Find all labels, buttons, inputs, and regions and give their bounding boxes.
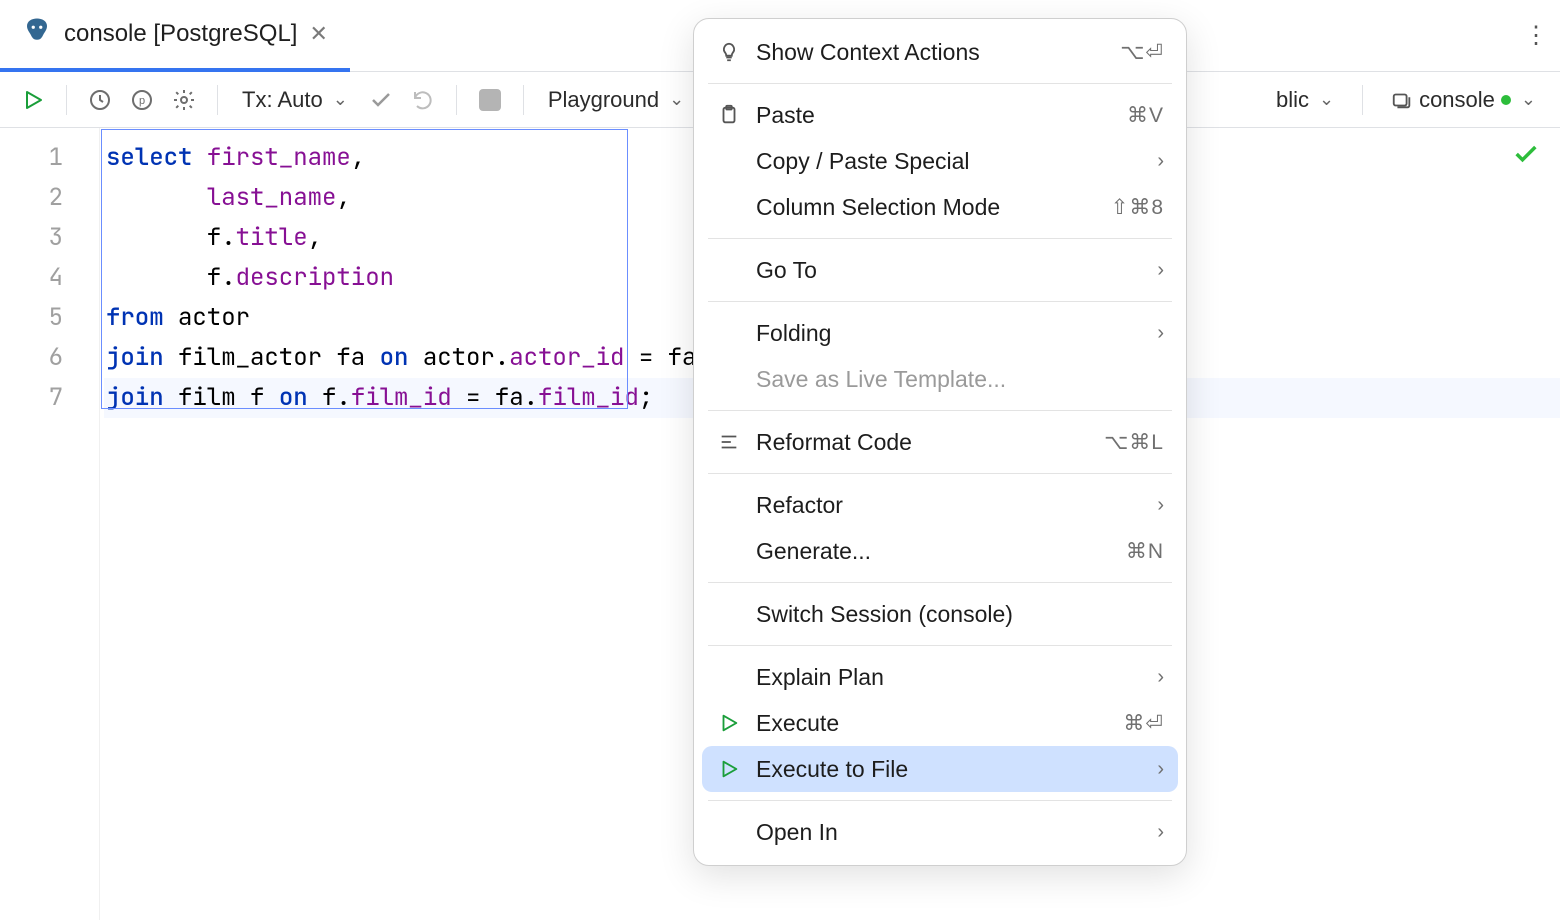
submenu-arrow-icon: ›	[1157, 666, 1164, 689]
submenu-arrow-icon: ›	[1157, 259, 1164, 282]
parameters-button[interactable]: p	[123, 81, 161, 119]
menu-item-generate[interactable]: Generate... ⌘N	[702, 528, 1178, 574]
line-number: 6	[0, 338, 99, 378]
menu-divider	[708, 473, 1172, 474]
menu-item-label: Copy / Paste Special	[756, 148, 1143, 175]
menu-item-explain-plan[interactable]: Explain Plan ›	[702, 654, 1178, 700]
menu-divider	[708, 301, 1172, 302]
menu-item-label: Show Context Actions	[756, 39, 1106, 66]
submenu-arrow-icon: ›	[1157, 494, 1164, 517]
menu-item-refactor[interactable]: Refactor ›	[702, 482, 1178, 528]
menu-item-label: Generate...	[756, 538, 1112, 565]
menu-item-execute[interactable]: Execute ⌘⏎	[702, 700, 1178, 746]
line-number-gutter: 1234567	[0, 128, 100, 920]
menu-item-label: Reformat Code	[756, 429, 1090, 456]
commit-button[interactable]	[362, 81, 400, 119]
menu-item-save-as-live-template: Save as Live Template...	[702, 356, 1178, 402]
tab-title: console [PostgreSQL]	[64, 20, 297, 48]
menu-item-copy-paste-special[interactable]: Copy / Paste Special ›	[702, 138, 1178, 184]
session-active-indicator	[1501, 95, 1511, 105]
menu-divider	[708, 83, 1172, 84]
menu-divider	[708, 645, 1172, 646]
reformat-icon	[716, 431, 742, 453]
menu-item-reformat-code[interactable]: Reformat Code ⌥⌘L	[702, 419, 1178, 465]
line-number: 3	[0, 218, 99, 258]
chevron-down-icon: ⌄	[669, 89, 684, 110]
submenu-arrow-icon: ›	[1157, 821, 1164, 844]
schema-label: blic	[1276, 87, 1309, 113]
line-number: 7	[0, 378, 99, 418]
line-number: 2	[0, 178, 99, 218]
console-session-icon	[1391, 89, 1413, 111]
menu-item-execute-to-file[interactable]: Execute to File ›	[702, 746, 1178, 792]
tab-options-menu[interactable]: ⋮	[1522, 22, 1550, 50]
session-label: console	[1419, 87, 1495, 113]
menu-item-shortcut: ⇧⌘8	[1111, 195, 1164, 220]
menu-item-label: Folding	[756, 320, 1143, 347]
menu-item-paste[interactable]: Paste ⌘V	[702, 92, 1178, 138]
menu-divider	[708, 800, 1172, 801]
menu-item-label: Refactor	[756, 492, 1143, 519]
menu-item-switch-session-console[interactable]: Switch Session (console)	[702, 591, 1178, 637]
postgres-icon	[22, 16, 52, 52]
menu-item-show-context-actions[interactable]: Show Context Actions ⌥⏎	[702, 29, 1178, 75]
playground-label: Playground	[548, 87, 659, 113]
menu-item-shortcut: ⌥⌘L	[1104, 430, 1164, 455]
bulb-icon	[716, 41, 742, 63]
inspection-status-ok[interactable]	[1512, 140, 1540, 174]
menu-item-open-in[interactable]: Open In ›	[702, 809, 1178, 855]
menu-item-folding[interactable]: Folding ›	[702, 310, 1178, 356]
menu-item-label: Execute to File	[756, 756, 1143, 783]
line-number: 5	[0, 298, 99, 338]
menu-item-label: Go To	[756, 257, 1143, 284]
menu-divider	[708, 582, 1172, 583]
run-button[interactable]	[14, 81, 52, 119]
rollback-button[interactable]	[404, 81, 442, 119]
line-number: 1	[0, 138, 99, 178]
schema-selector[interactable]: blic ⌄	[1266, 81, 1344, 119]
line-number: 4	[0, 258, 99, 298]
submenu-arrow-icon: ›	[1157, 322, 1164, 345]
menu-item-label: Open In	[756, 819, 1143, 846]
stop-button[interactable]	[471, 81, 509, 119]
chevron-down-icon: ⌄	[1319, 89, 1334, 110]
svg-text:p: p	[139, 95, 145, 107]
settings-button[interactable]	[165, 81, 203, 119]
chevron-down-icon: ⌄	[333, 89, 348, 110]
menu-item-label: Save as Live Template...	[756, 366, 1164, 393]
editor-tab-console[interactable]: console [PostgreSQL] ✕	[0, 1, 350, 72]
menu-item-column-selection-mode[interactable]: Column Selection Mode ⇧⌘8	[702, 184, 1178, 230]
editor-context-menu: Show Context Actions ⌥⏎ Paste ⌘V Copy / Past…	[693, 18, 1187, 866]
tx-mode-selector[interactable]: Tx: Auto ⌄	[232, 81, 358, 119]
run-icon	[716, 712, 742, 734]
tx-mode-label: Tx: Auto	[242, 87, 323, 113]
menu-item-shortcut: ⌘⏎	[1123, 711, 1164, 736]
menu-item-shortcut: ⌘V	[1127, 103, 1164, 128]
menu-item-shortcut: ⌥⏎	[1120, 40, 1164, 65]
menu-item-label: Column Selection Mode	[756, 194, 1097, 221]
history-button[interactable]	[81, 81, 119, 119]
session-selector[interactable]: console ⌄	[1381, 81, 1546, 119]
menu-item-label: Switch Session (console)	[756, 601, 1164, 628]
menu-divider	[708, 410, 1172, 411]
submenu-arrow-icon: ›	[1157, 758, 1164, 781]
chevron-down-icon: ⌄	[1521, 89, 1536, 110]
menu-item-label: Execute	[756, 710, 1109, 737]
run-icon	[716, 758, 742, 780]
close-tab-icon[interactable]: ✕	[309, 21, 327, 47]
submenu-arrow-icon: ›	[1157, 150, 1164, 173]
menu-item-label: Explain Plan	[756, 664, 1143, 691]
menu-item-label: Paste	[756, 102, 1113, 129]
playground-selector[interactable]: Playground ⌄	[538, 81, 694, 119]
menu-item-go-to[interactable]: Go To ›	[702, 247, 1178, 293]
paste-icon	[716, 104, 742, 126]
menu-divider	[708, 238, 1172, 239]
menu-item-shortcut: ⌘N	[1126, 539, 1164, 564]
